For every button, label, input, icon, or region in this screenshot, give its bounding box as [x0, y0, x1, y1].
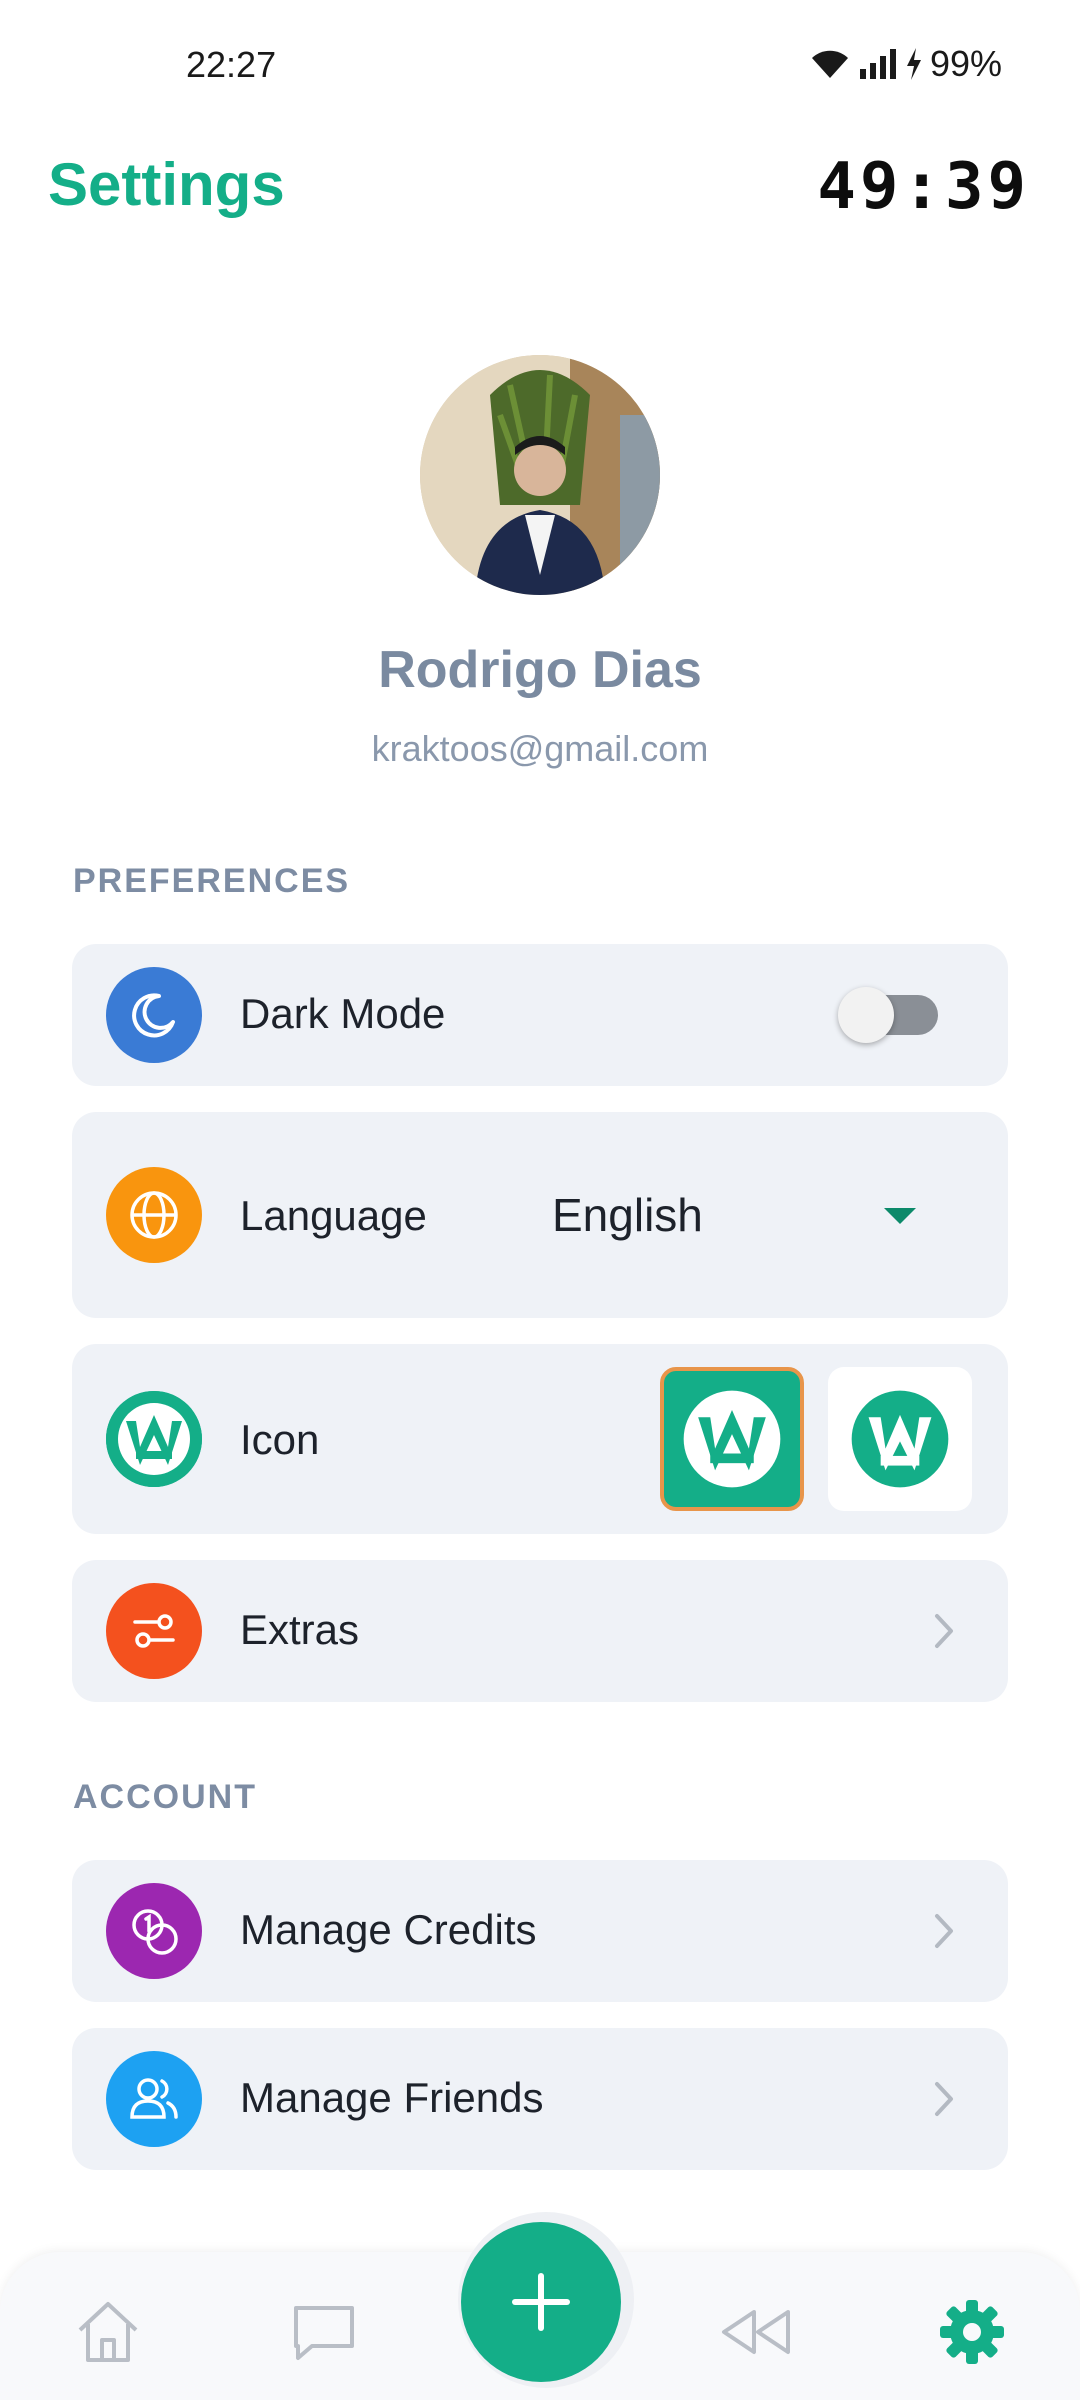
- plus-icon: [512, 2273, 570, 2331]
- wifi-icon: [811, 50, 848, 78]
- rewind-icon: [722, 2310, 790, 2354]
- countdown-timer: 49:39: [817, 150, 1030, 224]
- extras-label: Extras: [240, 1606, 360, 1653]
- nav-home[interactable]: [68, 2292, 148, 2372]
- home-icon: [78, 2302, 138, 2362]
- chat-icon: [294, 2306, 354, 2360]
- toggle-knob: [838, 987, 894, 1043]
- sliders-icon: [106, 1583, 202, 1679]
- page-title: Settings: [48, 151, 285, 218]
- language-label: Language: [240, 1192, 427, 1239]
- chevron-right-icon: [935, 1614, 953, 1648]
- nav-chat[interactable]: [284, 2292, 364, 2372]
- avatar-photo: [420, 355, 660, 595]
- header: Settings 49:39: [0, 140, 1080, 240]
- profile-name: Rodrigo Dias: [378, 641, 702, 699]
- language-select-value[interactable]: English: [552, 1188, 703, 1242]
- signal-icon: [859, 49, 896, 79]
- icon-row: Icon: [72, 1344, 1008, 1534]
- dark-mode-toggle[interactable]: [838, 987, 938, 1043]
- icon-option-white[interactable]: [828, 1367, 972, 1511]
- avatar[interactable]: [420, 355, 660, 595]
- status-indicators: 99%: [808, 43, 1002, 84]
- section-label-account: ACCOUNT: [73, 1778, 257, 1816]
- moon-icon: [106, 967, 202, 1063]
- language-row[interactable]: Language English: [72, 1112, 1008, 1318]
- globe-icon: [106, 1167, 202, 1263]
- settings-icon: [940, 2300, 1004, 2364]
- status-bar: 22:27 99%: [0, 0, 1080, 130]
- extras-row[interactable]: Extras: [72, 1560, 1008, 1702]
- profile-email: kraktoos@gmail.com: [371, 728, 709, 769]
- add-button[interactable]: [461, 2222, 621, 2382]
- app-logo-icon: [106, 1391, 202, 1487]
- users-icon: [106, 2051, 202, 2147]
- icon-option-green[interactable]: [660, 1367, 804, 1511]
- nav-settings[interactable]: [932, 2292, 1012, 2372]
- status-time: 22:27: [186, 44, 277, 85]
- manage-credits-row[interactable]: Manage Credits: [72, 1860, 1008, 2002]
- chevron-right-icon: [935, 2082, 953, 2116]
- manage-friends-label: Manage Friends: [240, 2074, 544, 2121]
- dark-mode-label: Dark Mode: [240, 990, 446, 1037]
- battery-charging-icon: [906, 48, 921, 80]
- app-logo-icon: [851, 1390, 949, 1488]
- manage-friends-row[interactable]: Manage Friends: [72, 2028, 1008, 2170]
- battery-level: 99%: [929, 43, 1002, 84]
- manage-credits-label: Manage Credits: [240, 1906, 537, 1953]
- dark-mode-row[interactable]: Dark Mode: [72, 944, 1008, 1086]
- app-logo-icon: [683, 1390, 781, 1488]
- chevron-right-icon: [935, 1914, 953, 1948]
- nav-rewind[interactable]: [716, 2292, 796, 2372]
- coins-icon: [106, 1883, 202, 1979]
- dropdown-caret-icon[interactable]: [884, 1208, 916, 1224]
- section-label-preferences: PREFERENCES: [73, 862, 351, 900]
- icon-label: Icon: [240, 1416, 320, 1463]
